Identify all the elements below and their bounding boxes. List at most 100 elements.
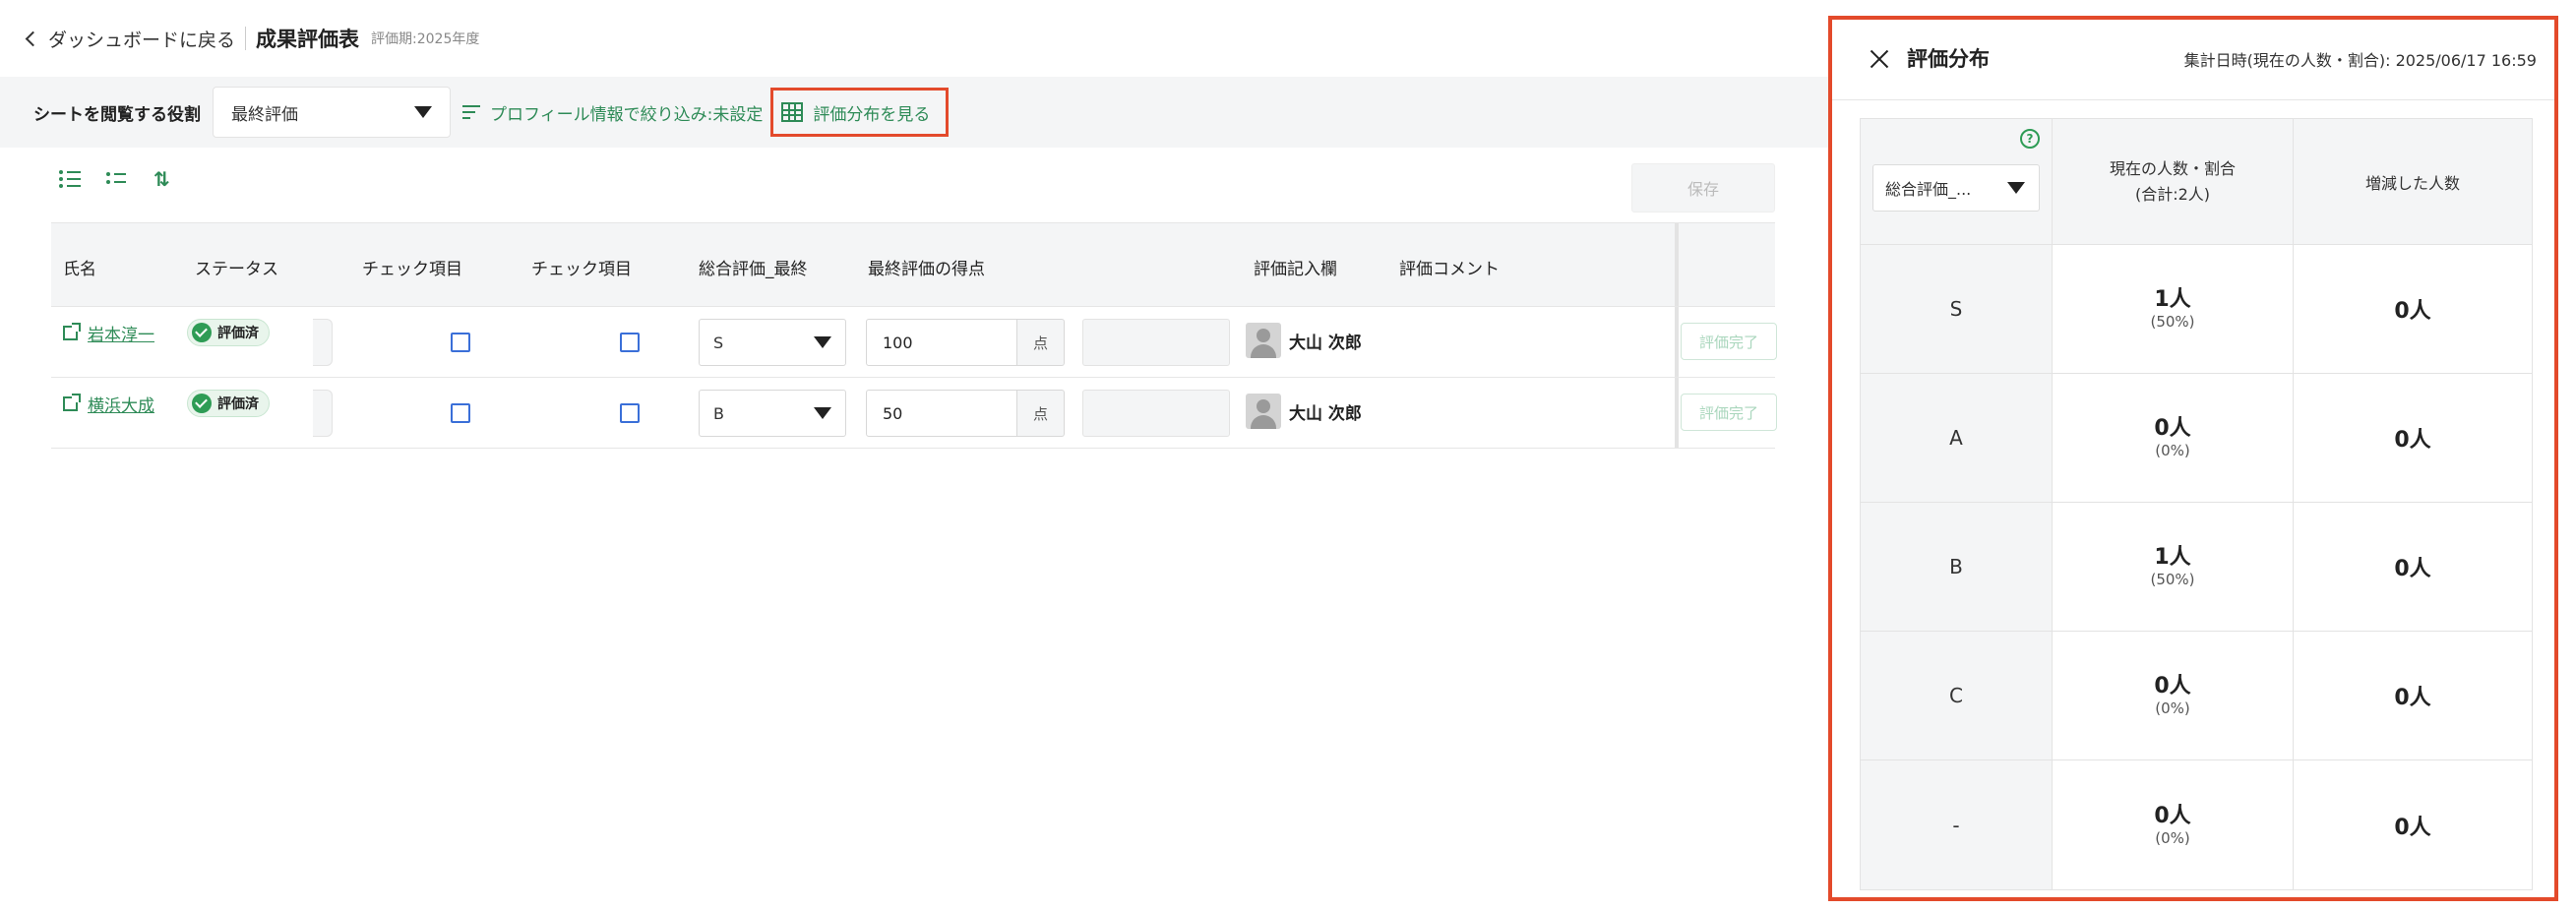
percent-value: (0%) [2155, 828, 2190, 847]
axis-select[interactable]: 総合評価_... [1872, 163, 2040, 212]
caret-down-icon [414, 106, 432, 118]
change-value: 0人 [2394, 815, 2431, 840]
check-item-checkbox[interactable] [451, 403, 470, 423]
complete-evaluation-button[interactable]: 評価完了 [1681, 323, 1777, 360]
score-input[interactable] [866, 319, 1017, 366]
distribution-header-row: ? 総合評価_... 現在の人数・割合 (合計:2人) 増減した人数 [1861, 119, 2532, 245]
back-to-dashboard-link[interactable]: ダッシュボードに戻る [25, 26, 235, 52]
current-count-cell: 0人 (0%) [2053, 374, 2294, 502]
count-value: 0人 [2154, 674, 2191, 698]
view-distribution-button[interactable]: 評価分布を見る [770, 88, 950, 137]
check-item-checkbox[interactable] [620, 333, 640, 352]
overall-grade-select[interactable]: S [699, 319, 846, 366]
distribution-row: - 0人 (0%) 0人 [1861, 760, 2532, 889]
column-header-evaluation-entry: 評価記入欄 [1254, 260, 1337, 279]
current-count-header: 現在の人数・割合 (合計:2人) [2053, 119, 2294, 244]
distribution-row: S 1人 (50%) 0人 [1861, 245, 2532, 374]
current-count-title: 現在の人数・割合 [2109, 158, 2236, 178]
list-icon[interactable] [106, 169, 128, 189]
column-header-evaluation-comment: 評価コメント [1399, 260, 1500, 279]
external-link-icon [63, 394, 81, 411]
caret-down-icon [814, 336, 831, 348]
score-unit: 点 [1017, 390, 1065, 437]
change-value: 0人 [2394, 557, 2431, 581]
profile-filter-link[interactable]: プロフィール情報で絞り込み:未設定 [462, 100, 763, 125]
close-icon[interactable] [1870, 49, 1889, 69]
check-circle-icon [192, 394, 212, 413]
axis-select-value: 総合評価_... [1885, 179, 1972, 199]
divider [245, 27, 247, 50]
page-title: 成果評価表 [256, 28, 360, 51]
grade-value: B [713, 403, 724, 423]
current-count-cell: 1人 (50%) [2053, 503, 2294, 631]
caret-down-icon [2007, 181, 2025, 194]
overall-grade-select[interactable]: B [699, 390, 846, 437]
panel-header: 評価分布 集計日時(現在の人数・割合): 2025/06/17 16:59 [1832, 20, 2554, 100]
status-badge: 評価済 [187, 390, 270, 417]
table-row: 横浜大成 評価済 B 点 大山 次郎 評価完了 [51, 378, 1777, 449]
column-header-name: 氏名 [63, 260, 96, 279]
employee-name: 横浜大成 [88, 396, 154, 416]
external-link-icon [63, 323, 81, 340]
score-field: 点 [866, 319, 1065, 366]
grade-label: A [1861, 374, 2053, 502]
grade-value: S [713, 333, 724, 352]
grade-label: B [1861, 503, 2053, 631]
column-header-overall-grade: 総合評価_最終 [699, 260, 808, 279]
evaluator-name: 大山 次郎 [1289, 403, 1362, 424]
check-item-checkbox[interactable] [451, 333, 470, 352]
avatar [1246, 323, 1281, 358]
role-select[interactable]: 最終評価 [213, 87, 451, 138]
count-value: 1人 [2154, 287, 2191, 312]
status-label: 評価済 [217, 326, 259, 341]
count-value: 0人 [2154, 803, 2191, 828]
avatar [1246, 394, 1281, 429]
count-value: 0人 [2154, 416, 2191, 441]
evaluator-name: 大山 次郎 [1289, 333, 1362, 353]
current-count-cell: 0人 (0%) [2053, 632, 2294, 759]
aggregation-timestamp: 集計日時(現在の人数・割合): 2025/06/17 16:59 [2183, 51, 2537, 70]
employee-link[interactable]: 岩本淳一 [63, 321, 154, 345]
column-header-final-score: 最終評価の得点 [868, 260, 985, 279]
change-value: 0人 [2394, 428, 2431, 453]
save-button[interactable]: 保存 [1631, 163, 1775, 213]
table-row: 岩本淳一 評価済 S 点 大山 次郎 評価完了 [51, 307, 1777, 378]
view-distribution-label: 評価分布を見る [813, 104, 931, 125]
role-select-value: 最終評価 [231, 104, 298, 125]
role-label: シートを閲覧する役割 [33, 104, 201, 125]
status-badge: 評価済 [187, 319, 270, 346]
checklist-icon[interactable] [59, 169, 81, 189]
employee-link[interactable]: 横浜大成 [63, 392, 154, 416]
distribution-panel: 評価分布 集計日時(現在の人数・割合): 2025/06/17 16:59 ? … [1828, 16, 2558, 901]
count-value: 1人 [2154, 545, 2191, 570]
grade-label: C [1861, 632, 2053, 759]
column-header-status: ステータス [195, 260, 278, 279]
distribution-row: A 0人 (0%) 0人 [1861, 374, 2532, 503]
collapsed-column [313, 390, 333, 437]
help-icon[interactable]: ? [2020, 129, 2040, 149]
sort-icon[interactable]: ⇅ [153, 169, 175, 189]
current-count-cell: 0人 (0%) [2053, 760, 2294, 889]
chevron-left-icon [25, 30, 41, 47]
distribution-table: ? 総合評価_... 現在の人数・割合 (合計:2人) 増減した人数 S 1人 … [1860, 118, 2533, 890]
collapsed-column [313, 319, 333, 366]
percent-value: (0%) [2155, 699, 2190, 717]
distribution-row: B 1人 (50%) 0人 [1861, 503, 2532, 632]
grade-label: - [1861, 760, 2053, 889]
check-item-checkbox[interactable] [620, 403, 640, 423]
complete-evaluation-button[interactable]: 評価完了 [1681, 394, 1777, 431]
change-header: 増減した人数 [2294, 119, 2532, 244]
percent-value: (50%) [2150, 571, 2195, 588]
change-value: 0人 [2394, 299, 2431, 324]
grade-label: S [1861, 245, 2053, 373]
caret-down-icon [814, 407, 831, 419]
evaluation-table: 氏名 ステータス チェック項目 チェック項目 総合評価_最終 最終評価の得点 評… [51, 222, 1777, 449]
evaluation-period: 評価期:2025年度 [371, 31, 480, 47]
table-grid-icon [781, 102, 804, 122]
evaluation-entry-box [1082, 390, 1230, 437]
column-divider [1675, 378, 1679, 448]
score-unit: 点 [1017, 319, 1065, 366]
score-input[interactable] [866, 390, 1017, 437]
column-header-check-1: チェック項目 [362, 260, 462, 279]
check-circle-icon [192, 323, 212, 342]
